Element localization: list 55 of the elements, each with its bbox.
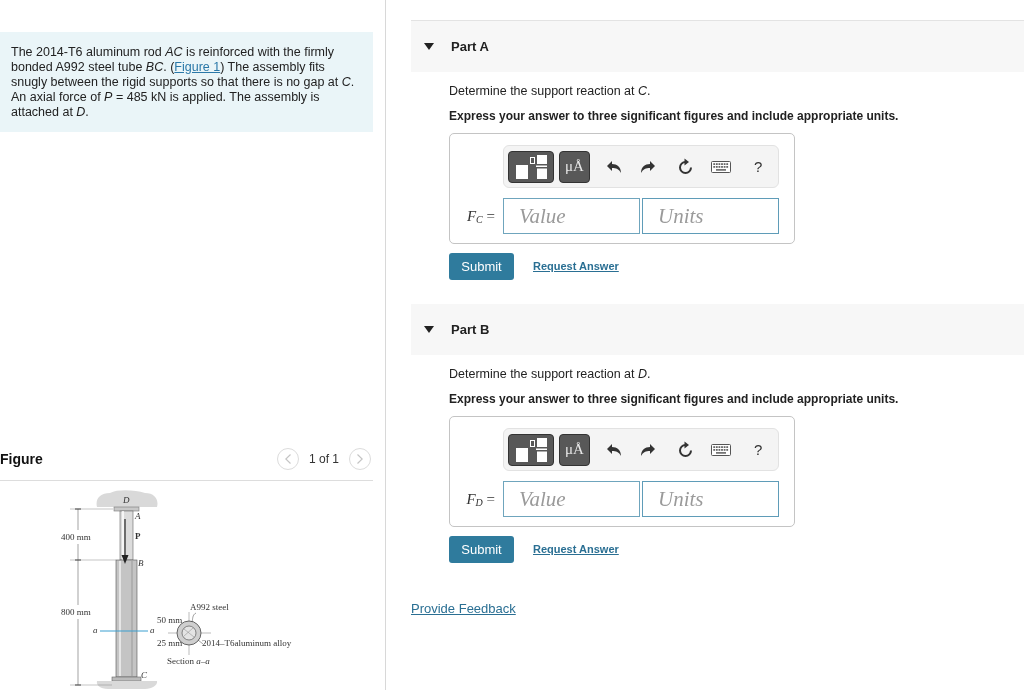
redo-icon[interactable] [640,159,656,174]
material-label: A992 steel [190,602,229,612]
answer-label: F$_{D}$ = [465,489,496,511]
redo-icon[interactable] [640,442,656,457]
units-field[interactable]: Units [642,481,779,517]
units-button[interactable]: μÅ [559,150,590,183]
part-title[interactable]: Part B [451,319,490,340]
question-prompt: Determine the support reaction at D. [449,367,651,382]
help-button[interactable]: ? [754,157,763,176]
value-field[interactable]: Value [503,481,640,517]
keyboard-icon[interactable] [711,160,731,173]
undo-icon[interactable] [606,442,622,457]
templates-icon [515,154,547,179]
section-caption: Section a–a [167,656,210,666]
point-label: B [138,558,144,568]
part-title[interactable]: Part A [451,36,489,57]
reset-icon[interactable] [677,441,693,458]
dimension-label: 50 mm [157,615,183,625]
answer-label: F$_{C}$ = [465,206,496,228]
keyboard-icon[interactable] [711,443,731,456]
templates-button[interactable] [508,150,554,183]
caret-icon[interactable] [424,43,434,50]
feedback-link[interactable]: Provide Feedback [411,601,516,617]
reset-icon[interactable] [677,158,693,175]
load-label: P [135,531,141,541]
chevron-left-icon [284,454,291,464]
value-field[interactable]: Value [503,198,640,234]
submit-button[interactable]: Submit [449,253,514,280]
point-label: C [141,670,147,680]
question-prompt: Determine the support reaction at C. [449,84,651,99]
units-field[interactable]: Units [642,198,779,234]
undo-icon[interactable] [606,159,622,174]
request-answer-link[interactable]: Request Answer [533,541,619,558]
section-mark-label: a [150,625,155,635]
problem-statement: The 2014-T6 aluminum rod AC is reinforced with the firmly bonded A992 steel tube BC. (Figure 1) The assembly fits snugly between the rigid supports so that there is no gap at C. An axial force of P = 485 kN is applied. The assembly is attached at D. [11,45,356,120]
answer-instruction: Express your answer to three significant figures and include appropriate units. [449,392,899,407]
caret-icon[interactable] [424,326,434,333]
answer-instruction: Express your answer to three significant figures and include appropriate units. [449,109,899,124]
figure-title: Figure [0,449,43,469]
chevron-right-icon [357,454,363,464]
submit-button[interactable]: Submit [449,536,514,563]
point-label: D [123,495,130,505]
dimension-label: 25 mm [157,638,183,648]
section-mark-label: a [93,625,98,635]
dimension-label: 400 mm [61,532,91,542]
material-label: 2014–T6aluminum alloy [202,638,292,648]
templates-button[interactable] [508,433,554,466]
templates-icon [515,437,547,462]
request-answer-link[interactable]: Request Answer [533,258,619,275]
units-button[interactable]: μÅ [559,433,590,466]
help-button[interactable]: ? [754,440,763,459]
figure-link[interactable]: Figure 1 [174,60,221,74]
dimension-label: 800 mm [61,607,91,617]
point-label: A [135,511,141,521]
page-counter: 1 of 1 [308,451,339,468]
